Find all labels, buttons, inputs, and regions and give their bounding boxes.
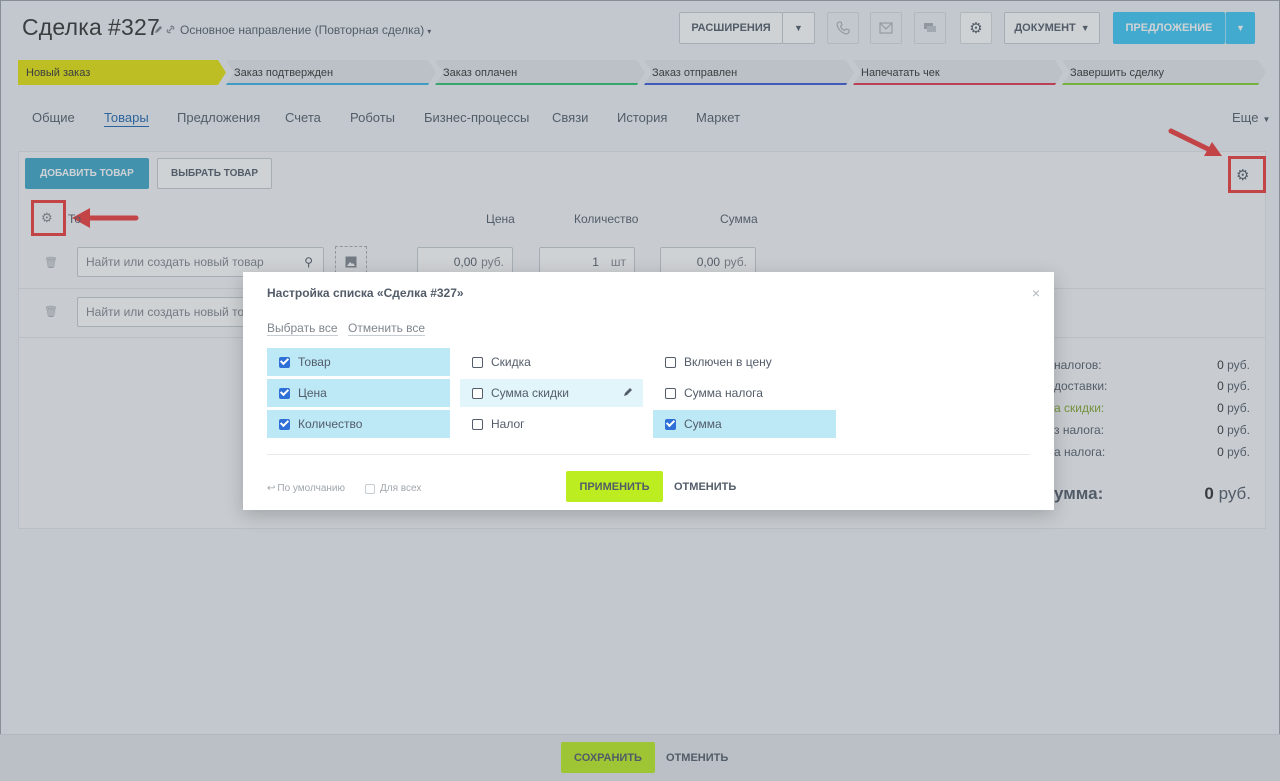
option-price[interactable]: Цена xyxy=(267,379,450,407)
dialog-divider xyxy=(267,454,1030,455)
option-discount-sum[interactable]: Сумма скидки xyxy=(460,379,643,407)
for-all-checkbox[interactable]: Для всех xyxy=(365,483,421,494)
checkbox[interactable] xyxy=(665,356,676,368)
checkbox[interactable] xyxy=(472,387,483,399)
checkbox[interactable] xyxy=(472,418,483,430)
option-quantity[interactable]: Количество xyxy=(267,410,450,438)
dialog-title: Настройка списка «Сделка #327» xyxy=(267,286,464,300)
pencil-icon[interactable] xyxy=(623,387,633,397)
option-sum[interactable]: Сумма xyxy=(653,410,836,438)
dialog-cancel-button[interactable]: ОТМЕНИТЬ xyxy=(674,481,736,493)
checkbox[interactable] xyxy=(472,356,483,368)
checkbox[interactable] xyxy=(365,483,375,494)
option-discount[interactable]: Скидка xyxy=(460,348,643,376)
list-settings-dialog: Настройка списка «Сделка #327» × Выбрать… xyxy=(243,272,1054,510)
reset-default-link[interactable]: ↩ По умолчанию xyxy=(267,483,345,494)
select-all-link[interactable]: Выбрать все xyxy=(267,321,338,336)
option-tax[interactable]: Налог xyxy=(460,410,643,438)
checkbox[interactable] xyxy=(279,387,290,399)
apply-button[interactable]: ПРИМЕНИТЬ xyxy=(566,471,663,502)
checkbox[interactable] xyxy=(665,387,676,399)
option-tax-included[interactable]: Включен в цену xyxy=(653,348,836,376)
option-tax-sum[interactable]: Сумма налога xyxy=(653,379,836,407)
checkbox[interactable] xyxy=(279,418,290,430)
option-product[interactable]: Товар xyxy=(267,348,450,376)
close-icon[interactable]: × xyxy=(1032,285,1040,301)
cancel-all-link[interactable]: Отменить все xyxy=(348,321,426,336)
undo-icon: ↩ xyxy=(267,483,276,494)
checkbox[interactable] xyxy=(665,418,676,430)
checkbox[interactable] xyxy=(279,356,290,368)
